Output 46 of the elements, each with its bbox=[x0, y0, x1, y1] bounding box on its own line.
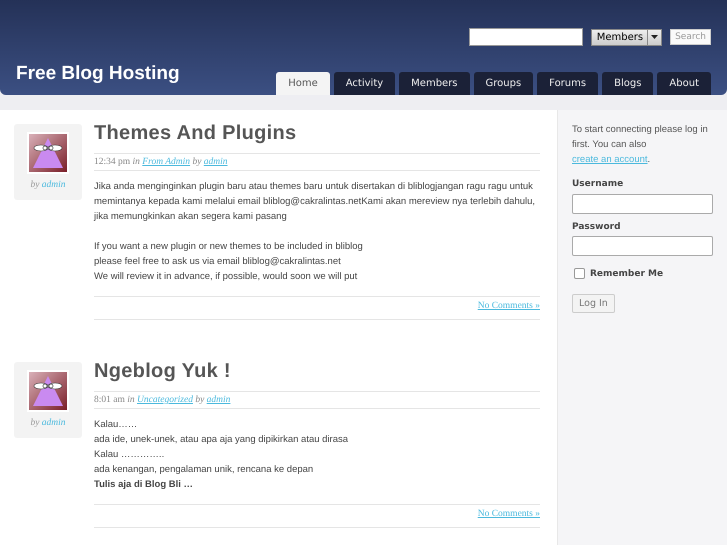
remember-label: Remember Me bbox=[590, 268, 664, 278]
comments-link[interactable]: No Comments » bbox=[478, 301, 540, 311]
post-time: 8:01 am bbox=[94, 395, 125, 405]
site-title: Free Blog Hosting bbox=[16, 63, 180, 86]
avatar-image bbox=[27, 132, 69, 174]
password-field[interactable] bbox=[572, 236, 713, 256]
author-link[interactable]: admin bbox=[206, 395, 230, 405]
search-button[interactable]: Search bbox=[670, 29, 711, 45]
post-text: If you want a new plugin or new themes to be included in bliblog bbox=[94, 240, 364, 254]
post-text: please feel free to ask us via email bliblog@cakralintas.net bbox=[94, 255, 342, 269]
post-text: We will review it in advance, if possible, would soon we will put bbox=[94, 270, 358, 284]
nav-tab[interactable]: Members bbox=[399, 72, 470, 95]
category-link[interactable]: From Admin bbox=[142, 157, 190, 167]
post-text: Kalau…… bbox=[94, 418, 138, 432]
nav-tab[interactable]: Blogs bbox=[602, 72, 654, 95]
password-label: Password bbox=[572, 222, 622, 232]
by-label: by bbox=[30, 180, 40, 190]
author-link[interactable]: admin bbox=[204, 157, 228, 167]
in-label: in bbox=[127, 395, 135, 405]
post-text: Tulis aja di Blog Bli … bbox=[94, 478, 194, 492]
post-time: 12:34 pm bbox=[94, 157, 130, 167]
post-text: ada kenangan, pengalaman unik, rencana ke depan bbox=[94, 463, 314, 477]
post-text: ada ide, unek-unek, atau apa aja yang dipikirkan atau dirasa bbox=[94, 433, 350, 447]
post-title[interactable]: Themes And Plugins bbox=[94, 122, 540, 145]
by-label: by bbox=[192, 157, 202, 167]
login-button[interactable]: Log In bbox=[572, 294, 615, 313]
remember-checkbox[interactable] bbox=[574, 268, 585, 279]
post-title[interactable]: Ngeblog Yuk ! bbox=[94, 360, 540, 383]
post-text: Jika anda menginginkan plugin baru atau themes baru untuk disertakan di bliblogjangan ragu ragu untuk memintanya kepada kami melalui email bliblog@cakralintas.netKami akan mereview nya terlebih dahulu, jika memungkinkan akan segera kami pasang bbox=[94, 180, 536, 224]
category-link[interactable]: Uncategorized bbox=[137, 395, 193, 405]
nav-tab[interactable]: Groups bbox=[474, 72, 534, 95]
in-label: in bbox=[132, 157, 140, 167]
nav-tab[interactable]: Home bbox=[276, 72, 330, 95]
username-label: Username bbox=[572, 179, 624, 189]
login-prompt-text: To start connecting please log in first. You can also create an account. bbox=[572, 123, 709, 167]
nav-tab[interactable]: About bbox=[657, 72, 711, 95]
avatar-image bbox=[27, 370, 69, 412]
nav-tab[interactable]: Forums bbox=[537, 72, 598, 95]
search-scope-dropdown[interactable]: Members bbox=[590, 28, 662, 46]
search-field[interactable] bbox=[468, 28, 583, 46]
username-field[interactable] bbox=[572, 194, 713, 214]
comments-link[interactable]: No Comments » bbox=[478, 509, 540, 519]
by-label: by bbox=[30, 418, 40, 428]
by-label: by bbox=[195, 395, 204, 405]
nav-tab[interactable]: Activity bbox=[334, 72, 396, 95]
post-text: Kalau ………….. bbox=[94, 448, 166, 462]
